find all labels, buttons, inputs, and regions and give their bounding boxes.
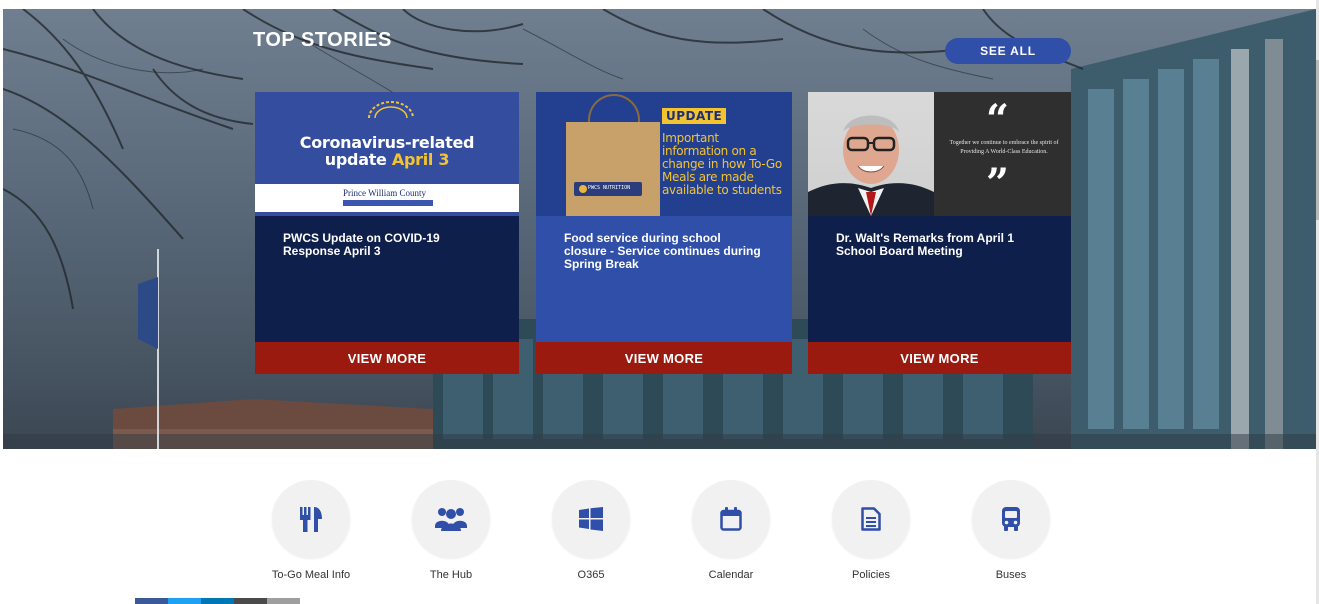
- thumbnail-caption: Coronavirus-related update April 3: [299, 133, 475, 169]
- thumbnail-caption: Important information on a change in how…: [662, 131, 782, 197]
- calendar-icon[interactable]: [692, 480, 770, 558]
- quick-link-o365[interactable]: O365: [531, 480, 651, 581]
- top-stories-hero: TOP STORIES SEE ALL Coronavirus-related …: [3, 9, 1316, 449]
- story-thumbnail[interactable]: PWCS NUTRITION UPDATE Important informat…: [536, 92, 792, 216]
- story-title[interactable]: Food service during school closure - Ser…: [564, 232, 764, 271]
- quick-link-label: To-Go Meal Info: [271, 569, 351, 581]
- linkedin-icon[interactable]: [201, 598, 234, 604]
- facebook-icon[interactable]: [135, 598, 168, 604]
- share-icon[interactable]: [267, 598, 300, 604]
- story-card-food-service[interactable]: PWCS NUTRITION UPDATE Important informat…: [536, 92, 792, 374]
- page: TOP STORIES SEE ALL Coronavirus-related …: [0, 0, 1319, 604]
- open-quote-icon: “: [986, 96, 1010, 143]
- bus-icon[interactable]: [972, 480, 1050, 558]
- windows-icon[interactable]: [552, 480, 630, 558]
- quick-link-label: The Hub: [429, 569, 473, 581]
- quick-link-policies[interactable]: Policies: [811, 480, 931, 581]
- utensils-icon[interactable]: [272, 480, 350, 558]
- quick-link-buses[interactable]: Buses: [951, 480, 1071, 581]
- social-share-bar[interactable]: [135, 598, 301, 604]
- sun-arc-icon: [368, 101, 414, 119]
- paper-bag-icon: [566, 122, 660, 216]
- quick-link-label: Calendar: [708, 569, 754, 581]
- top-stories-heading: TOP STORIES: [253, 29, 392, 51]
- email-icon[interactable]: [234, 598, 267, 604]
- document-icon[interactable]: [832, 480, 910, 558]
- twitter-icon[interactable]: [168, 598, 201, 604]
- pwcs-logo-text: Prince William County: [343, 188, 426, 198]
- quick-link-label: O365: [577, 569, 605, 581]
- story-body: Dr. Walt's Remarks from April 1 School B…: [808, 216, 1071, 342]
- quick-link-label: Policies: [852, 569, 890, 581]
- story-thumbnail[interactable]: “ Together we continue to embrace the sp…: [808, 92, 1071, 216]
- story-card-remarks[interactable]: “ Together we continue to embrace the sp…: [808, 92, 1071, 374]
- story-title[interactable]: Dr. Walt's Remarks from April 1 School B…: [836, 232, 1043, 258]
- pwcs-logo-bar: [343, 200, 433, 206]
- story-card-covid-update[interactable]: Coronavirus-related update April 3 Princ…: [255, 92, 519, 374]
- see-all-button[interactable]: SEE ALL: [945, 38, 1071, 64]
- quote-text: Together we continue to embrace the spir…: [949, 140, 1059, 155]
- close-quote-icon: ”: [986, 160, 1010, 207]
- view-more-button[interactable]: VIEW MORE: [255, 342, 519, 374]
- story-body: Food service during school closure - Ser…: [536, 216, 792, 342]
- quick-link-the-hub[interactable]: The Hub: [391, 480, 511, 581]
- portrait-image: [808, 115, 934, 216]
- quick-links: To-Go Meal Info The Hub O365 Calendar Po…: [0, 480, 1319, 590]
- view-more-button[interactable]: VIEW MORE: [536, 342, 792, 374]
- story-title[interactable]: PWCS Update on COVID-19 Response April 3: [283, 232, 491, 258]
- update-badge: UPDATE: [662, 108, 727, 124]
- quick-link-to-go-meal-info[interactable]: To-Go Meal Info: [251, 480, 371, 581]
- view-more-button[interactable]: VIEW MORE: [808, 342, 1071, 374]
- quick-link-label: Buses: [995, 569, 1027, 581]
- users-icon[interactable]: [412, 480, 490, 558]
- wheat-logo-icon: [579, 185, 587, 193]
- speaker-photo: [808, 92, 934, 216]
- story-thumbnail[interactable]: Coronavirus-related update April 3 Princ…: [255, 92, 519, 216]
- quick-link-calendar[interactable]: Calendar: [671, 480, 791, 581]
- story-body: PWCS Update on COVID-19 Response April 3: [255, 216, 519, 342]
